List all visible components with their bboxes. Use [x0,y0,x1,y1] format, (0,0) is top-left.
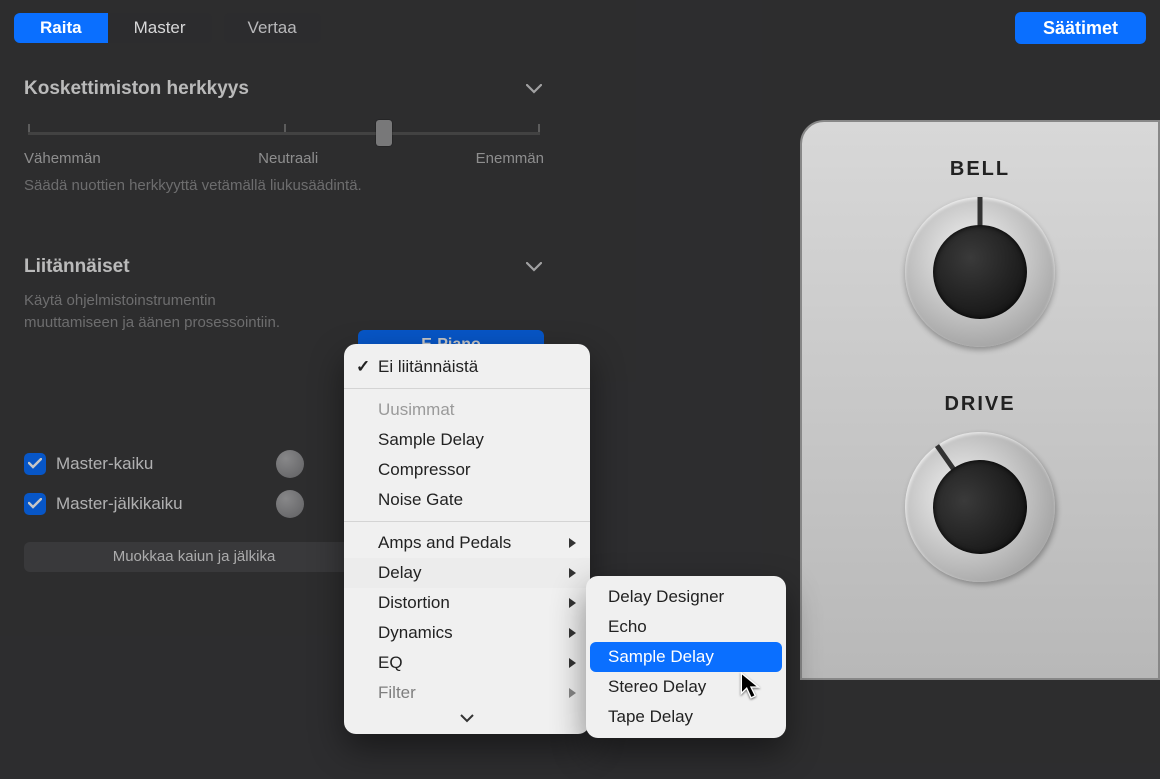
inspector-toolbar: Raita Master Vertaa Säätimet [0,0,1160,56]
menu-no-plugin[interactable]: Ei liitännäistä [344,352,590,382]
sensitivity-help: Säädä nuottien herkkyyttä vetämällä liuk… [24,169,544,212]
master-echo-checkbox[interactable] [24,453,46,475]
edit-echo-reverb-button[interactable]: Muokkaa kaiun ja jälkika [24,542,364,572]
master-reverb-checkbox[interactable] [24,493,46,515]
plugin-context-menu: Ei liitännäistä Uusimmat Sample Delay Co… [344,344,590,734]
controls-button[interactable]: Säätimet [1015,12,1146,44]
menu-recent-noise-gate[interactable]: Noise Gate [344,485,590,515]
menu-cat-filter[interactable]: Filter [344,678,590,708]
menu-cat-dynamics[interactable]: Dynamics [344,618,590,648]
instrument-device-panel: BELL DRIVE [800,120,1160,680]
menu-cat-eq[interactable]: EQ [344,648,590,678]
plugins-help: Käytä ohjelmistoinstrumentin muuttamisee… [24,286,304,334]
slider-min-label: Vähemmän [24,150,101,167]
track-master-segment: Raita Master [14,13,212,43]
sub-tape-delay[interactable]: Tape Delay [590,702,782,732]
menu-recent-compressor[interactable]: Compressor [344,455,590,485]
knob-bell[interactable] [905,197,1055,347]
sensitivity-slider[interactable]: Vähemmän Neutraali Enemmän Säädä nuottie… [24,108,544,212]
compare-button[interactable]: Vertaa [224,13,321,43]
menu-cat-amps[interactable]: Amps and Pedals [344,528,590,558]
menu-recent-sample-delay[interactable]: Sample Delay [344,425,590,455]
sensitivity-collapse-icon[interactable] [524,79,544,99]
sub-delay-designer[interactable]: Delay Designer [590,582,782,612]
menu-cat-delay[interactable]: Delay [344,558,590,588]
master-echo-label: Master-kaiku [56,454,153,474]
plugins-title: Liitännäiset [24,256,130,278]
slider-mid-label: Neutraali [258,150,318,167]
slider-max-label: Enemmän [476,150,544,167]
master-reverb-knob[interactable] [276,490,304,518]
knob-drive-label: DRIVE [822,393,1138,416]
delay-submenu: Delay Designer Echo Sample Delay Stereo … [586,576,786,738]
master-reverb-label: Master-jälkikaiku [56,494,183,514]
master-echo-knob[interactable] [276,450,304,478]
knob-drive[interactable] [876,403,1085,612]
slider-thumb[interactable] [376,120,392,146]
knob-bell-label: BELL [822,158,1138,181]
menu-scroll-down-icon[interactable] [344,708,590,730]
tab-track[interactable]: Raita [14,13,108,43]
tab-master[interactable]: Master [108,13,212,43]
plugins-collapse-icon[interactable] [524,257,544,277]
cursor-icon [740,672,762,700]
sub-sample-delay[interactable]: Sample Delay [590,642,782,672]
sensitivity-title: Koskettimiston herkkyys [24,78,249,100]
sub-echo[interactable]: Echo [590,612,782,642]
menu-recent-header: Uusimmat [344,395,590,425]
menu-cat-distortion[interactable]: Distortion [344,588,590,618]
